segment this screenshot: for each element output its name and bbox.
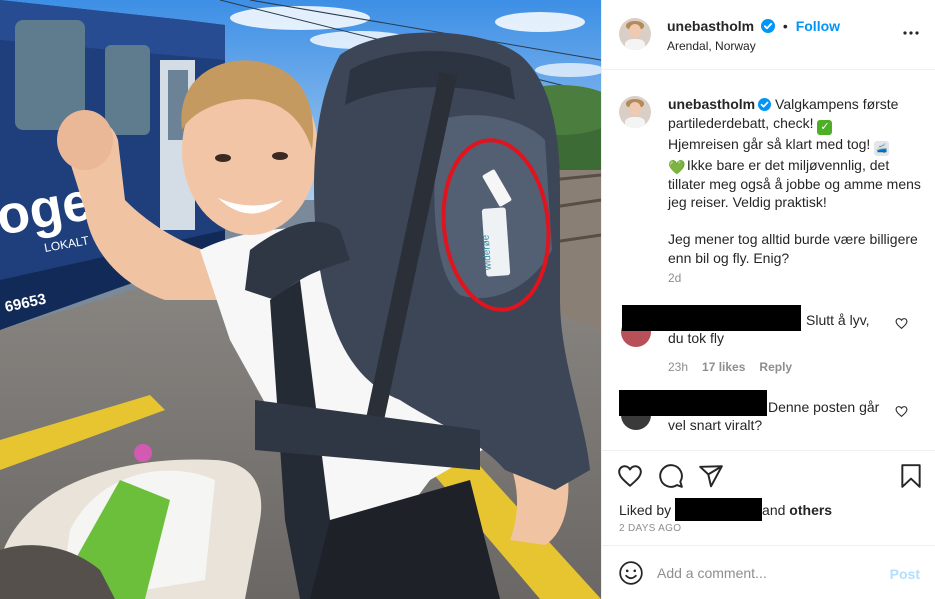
comment-icon[interactable]: [658, 463, 684, 489]
and-label: and: [762, 502, 786, 518]
liked-by-line: Liked by and others: [619, 498, 832, 521]
liked-by-label: Liked by: [619, 502, 672, 518]
photo-illustration: oget LOKALT 69653 widerøe: [0, 0, 601, 599]
post-photo[interactable]: oget LOKALT 69653 widerøe: [0, 0, 601, 599]
verified-badge-icon: [758, 98, 772, 111]
emoji-icon[interactable]: [618, 560, 644, 586]
follow-button[interactable]: Follow: [796, 18, 840, 34]
post-caption: unebastholm Valgkampens første partilede…: [668, 95, 926, 267]
verified-badge-icon: [761, 19, 776, 33]
comment-like-heart-icon[interactable]: [895, 317, 908, 330]
comment-likes[interactable]: 17 likes: [702, 360, 745, 374]
post-header: unebastholm • Follow Arendal, Norway: [602, 0, 935, 70]
comment-like-heart-icon[interactable]: [895, 405, 908, 418]
heart-icon[interactable]: [617, 463, 643, 489]
caption-time-ago[interactable]: 2d: [668, 271, 681, 285]
header-user-line: unebastholm • Follow: [667, 18, 840, 34]
post-location[interactable]: Arendal, Norway: [667, 39, 756, 53]
comment-reply-button[interactable]: Reply: [759, 360, 792, 374]
author-avatar[interactable]: [619, 18, 651, 50]
post-details-panel: unebastholm • Follow Arendal, Norway une…: [601, 0, 935, 599]
comment-item: Denne posten går vel snart viralt?: [619, 390, 924, 440]
more-options-icon[interactable]: [902, 24, 920, 42]
comment-input[interactable]: [657, 561, 877, 585]
author-username[interactable]: unebastholm: [667, 18, 754, 34]
comment-meta: 23h 17 likes Reply: [668, 360, 792, 374]
check-mark-emoji-icon: ✓: [817, 119, 833, 135]
bookmark-icon[interactable]: [898, 463, 924, 489]
comment-item: Slutt å lyv, du tok fly 23h 17 likes Reply: [619, 305, 924, 375]
comment-text: Denne posten går vel snart viralt?: [668, 399, 880, 433]
caption-text-3: Ikke bare er det miljøvennlig, det tilla…: [668, 156, 921, 266]
caption-author-avatar[interactable]: [619, 96, 651, 128]
train-emoji-icon: 🚄: [874, 140, 890, 156]
caption-text-2: Hjemreisen går så klart med tog!: [668, 135, 871, 152]
post-date[interactable]: 2 DAYS AGO: [619, 523, 681, 534]
separator-dot: •: [782, 18, 788, 34]
post-comment-button[interactable]: Post: [890, 566, 920, 582]
comment-text: Slutt å lyv, du tok fly: [668, 312, 870, 346]
redacted-liker: [675, 498, 763, 521]
green-heart-emoji-icon: 💚: [668, 158, 686, 175]
add-comment-bar: Post: [602, 545, 935, 599]
caption-username[interactable]: unebastholm: [668, 96, 755, 112]
others-link[interactable]: others: [789, 502, 832, 518]
share-icon[interactable]: [698, 463, 724, 489]
comment-time[interactable]: 23h: [668, 360, 688, 374]
